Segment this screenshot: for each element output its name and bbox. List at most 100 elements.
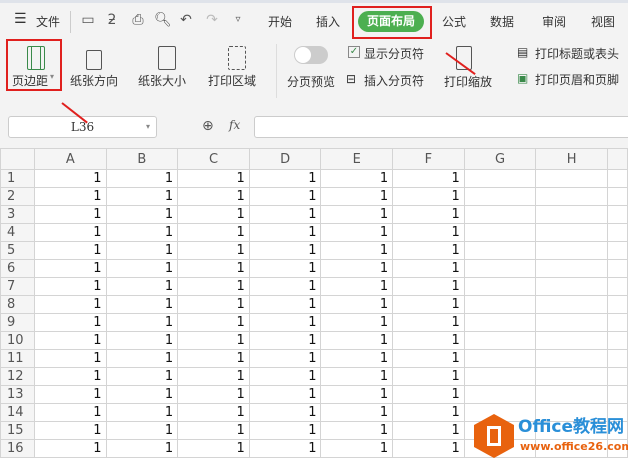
row-header[interactable]: 10: [0, 331, 35, 350]
formula-input[interactable]: [254, 116, 628, 138]
cell[interactable]: [607, 367, 628, 386]
cell[interactable]: 1: [105, 169, 179, 188]
cell[interactable]: [463, 169, 537, 188]
cell[interactable]: [463, 349, 537, 368]
cell[interactable]: 1: [177, 259, 250, 278]
cell[interactable]: 1: [105, 385, 179, 404]
cell[interactable]: [607, 313, 628, 332]
cell[interactable]: 1: [248, 259, 322, 278]
cell[interactable]: 1: [177, 241, 250, 260]
cell[interactable]: 1: [248, 187, 322, 206]
print-header-footer-button[interactable]: 打印页眉和页脚: [535, 71, 619, 88]
tab-review[interactable]: 审阅: [542, 13, 566, 30]
cell[interactable]: 1: [392, 367, 465, 386]
cell[interactable]: 1: [33, 223, 107, 242]
column-header[interactable]: C: [177, 148, 250, 170]
cell[interactable]: [535, 367, 608, 386]
print-titles-button[interactable]: 打印标题或表头: [535, 45, 619, 62]
column-header[interactable]: [607, 148, 628, 170]
cell[interactable]: 1: [33, 205, 107, 224]
cell[interactable]: 1: [105, 367, 179, 386]
row-header[interactable]: 14: [0, 403, 35, 422]
row-header[interactable]: 16: [0, 439, 35, 458]
cell[interactable]: 1: [392, 421, 465, 440]
cell[interactable]: 1: [33, 169, 107, 188]
cell[interactable]: 1: [392, 223, 465, 242]
column-header[interactable]: G: [463, 148, 537, 170]
cell[interactable]: 1: [177, 169, 250, 188]
cell[interactable]: 1: [392, 277, 465, 296]
cell[interactable]: 1: [248, 349, 322, 368]
column-header[interactable]: E: [320, 148, 394, 170]
cell[interactable]: 1: [105, 403, 179, 422]
row-header[interactable]: 7: [0, 277, 35, 296]
cell[interactable]: 1: [392, 385, 465, 404]
tab-view[interactable]: 视图: [591, 13, 615, 30]
cell[interactable]: [463, 331, 537, 350]
cell[interactable]: [607, 331, 628, 350]
cell[interactable]: [463, 259, 537, 278]
cell[interactable]: 1: [33, 187, 107, 206]
cell[interactable]: 1: [177, 421, 250, 440]
cell[interactable]: 1: [248, 403, 322, 422]
column-header[interactable]: A: [33, 148, 107, 170]
cell[interactable]: 1: [320, 331, 394, 350]
cell[interactable]: [463, 187, 537, 206]
zoom-icon[interactable]: ⊕: [202, 118, 214, 134]
cell[interactable]: 1: [177, 331, 250, 350]
cell[interactable]: 1: [33, 421, 107, 440]
cell[interactable]: [607, 223, 628, 242]
row-header[interactable]: 12: [0, 367, 35, 386]
cell[interactable]: 1: [105, 241, 179, 260]
cell[interactable]: 1: [320, 349, 394, 368]
cell[interactable]: 1: [105, 187, 179, 206]
cell[interactable]: [607, 385, 628, 404]
cell[interactable]: 1: [248, 223, 322, 242]
cell[interactable]: [463, 385, 537, 404]
cell[interactable]: [607, 349, 628, 368]
cell[interactable]: 1: [392, 187, 465, 206]
cell[interactable]: [535, 277, 608, 296]
customize-dropdown-icon[interactable]: ▿: [230, 12, 246, 28]
cell[interactable]: 1: [105, 205, 179, 224]
cell[interactable]: [463, 223, 537, 242]
cell[interactable]: 1: [33, 349, 107, 368]
cell[interactable]: 1: [105, 331, 179, 350]
cell[interactable]: 1: [320, 223, 394, 242]
row-header[interactable]: 6: [0, 259, 35, 278]
cell[interactable]: 1: [248, 241, 322, 260]
cell[interactable]: 1: [33, 295, 107, 314]
row-header[interactable]: 1: [0, 169, 35, 188]
row-header[interactable]: 3: [0, 205, 35, 224]
cell[interactable]: [535, 313, 608, 332]
cell[interactable]: [535, 331, 608, 350]
cell[interactable]: 1: [248, 205, 322, 224]
cell[interactable]: [535, 295, 608, 314]
cell[interactable]: 1: [320, 295, 394, 314]
cell[interactable]: 1: [33, 277, 107, 296]
row-header[interactable]: 5: [0, 241, 35, 260]
cell[interactable]: [607, 169, 628, 188]
cell[interactable]: 1: [320, 205, 394, 224]
print-icon[interactable]: ⎙: [130, 12, 146, 28]
cell[interactable]: 1: [105, 313, 179, 332]
show-page-break-checkbox[interactable]: ✓: [348, 46, 360, 58]
cell[interactable]: 1: [392, 259, 465, 278]
cell[interactable]: [535, 259, 608, 278]
cell[interactable]: 1: [320, 439, 394, 458]
cell[interactable]: 1: [105, 259, 179, 278]
page-break-preview-toggle[interactable]: [294, 46, 328, 64]
cell[interactable]: 1: [248, 331, 322, 350]
cell[interactable]: [607, 259, 628, 278]
cell[interactable]: [463, 313, 537, 332]
row-header[interactable]: 15: [0, 421, 35, 440]
cell[interactable]: 1: [320, 313, 394, 332]
column-header[interactable]: D: [248, 148, 322, 170]
hamburger-icon[interactable]: ☰: [14, 11, 27, 27]
cell[interactable]: 1: [177, 439, 250, 458]
name-box-dropdown-icon[interactable]: ▾: [146, 122, 150, 131]
cell[interactable]: 1: [105, 439, 179, 458]
cell[interactable]: 1: [248, 367, 322, 386]
fx-icon[interactable]: fx: [229, 118, 240, 132]
cell[interactable]: 1: [248, 169, 322, 188]
